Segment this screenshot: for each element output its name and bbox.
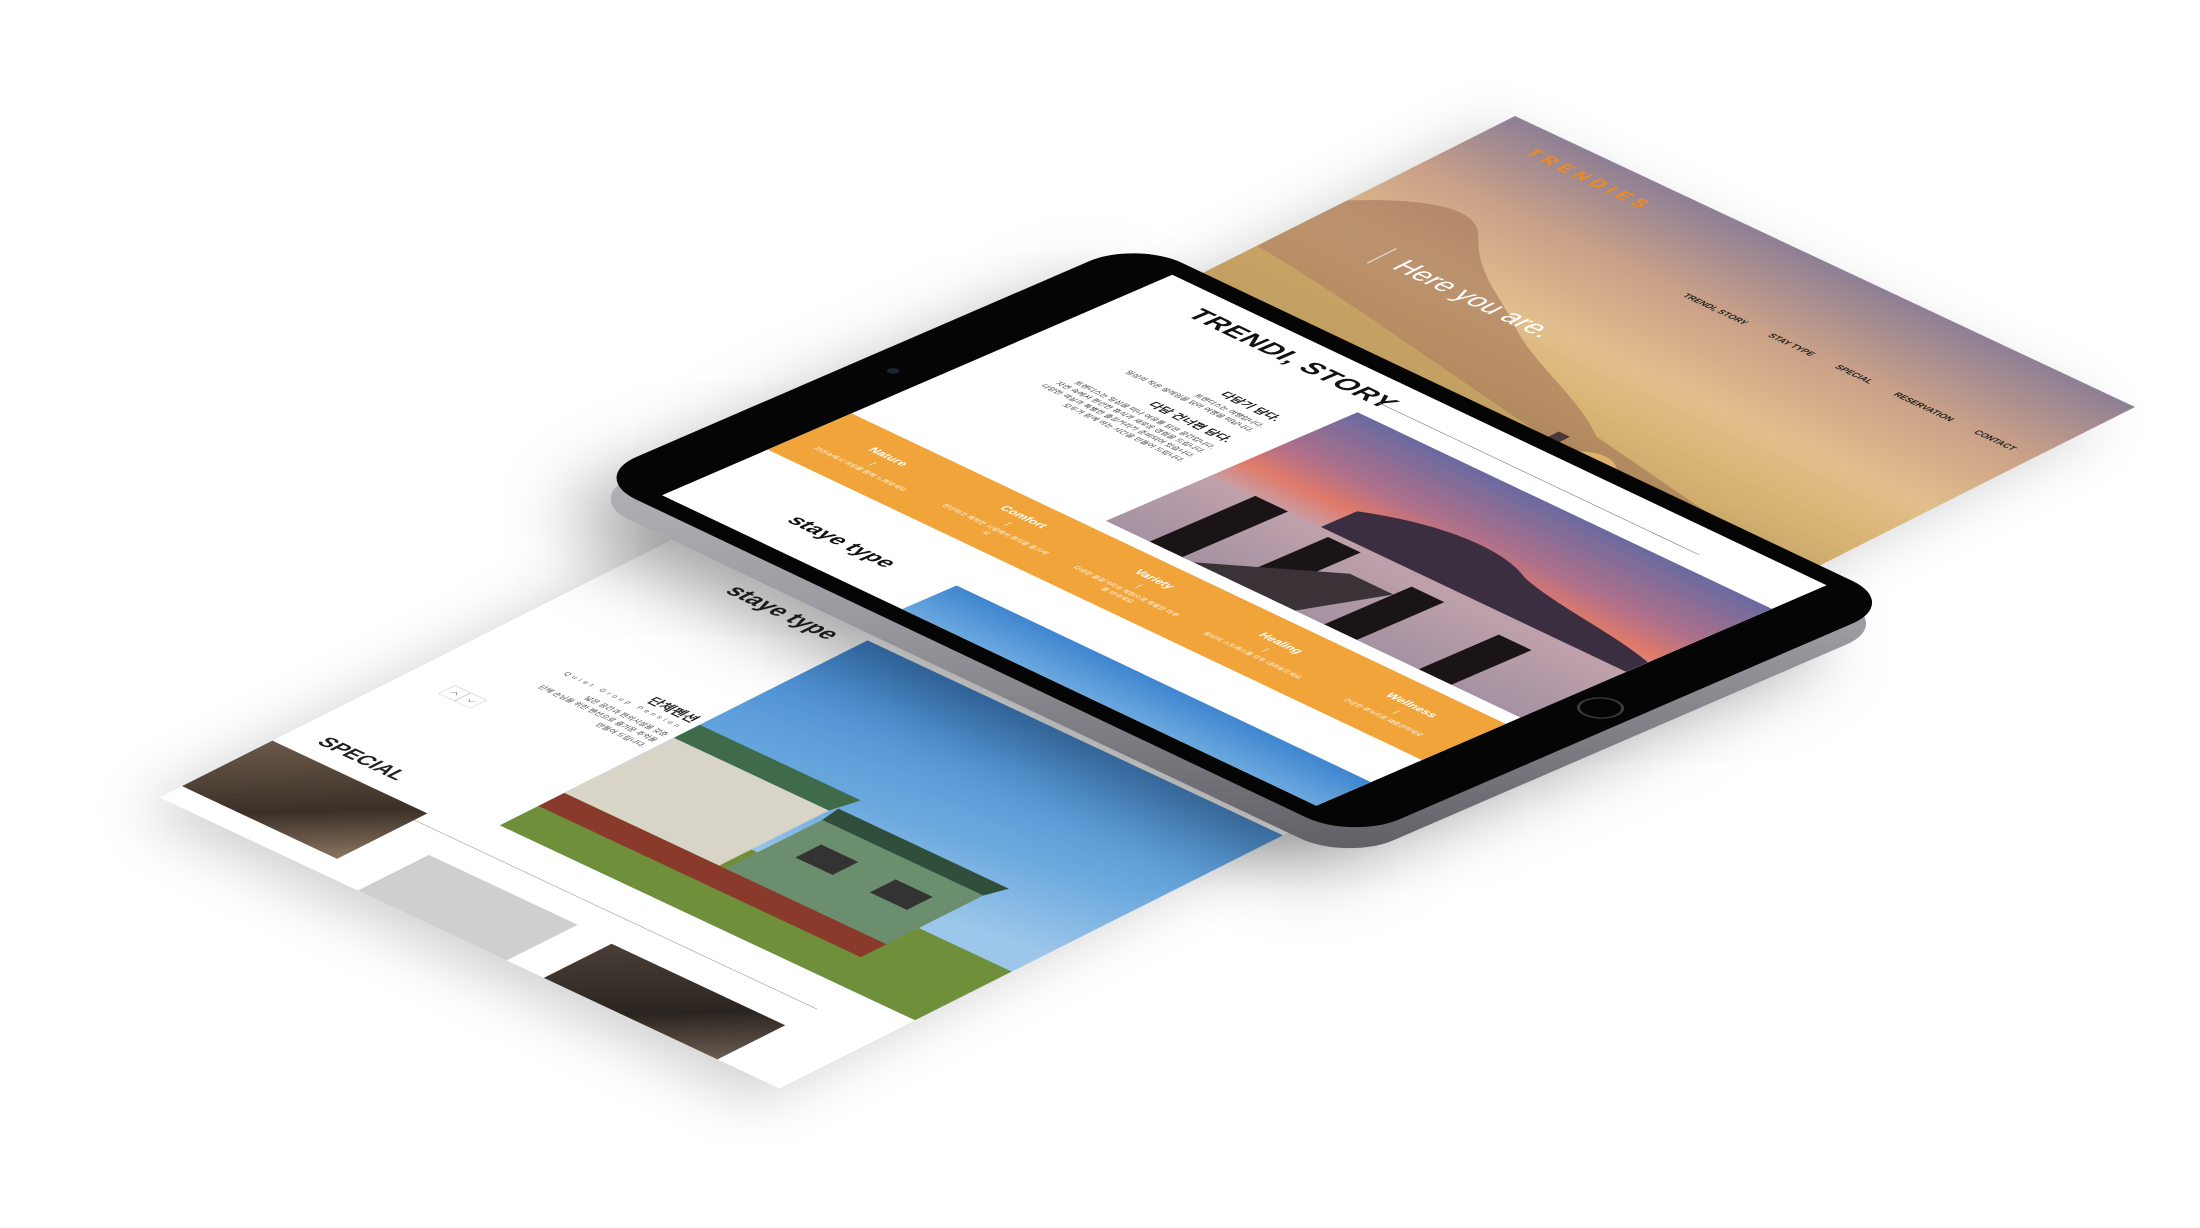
- stay-slider-controls: [438, 685, 488, 709]
- special-photo-placeholder: [357, 854, 578, 961]
- stay-type-title: staye type: [781, 513, 904, 571]
- home-button[interactable]: [1567, 692, 1635, 724]
- chevron-up-icon: [450, 691, 457, 696]
- camera-icon: [884, 367, 902, 375]
- feature-wellness: Wellness 건강한 휴식으로 재충전하세요: [1325, 677, 1473, 745]
- special-photo[interactable]: [543, 943, 786, 1060]
- feature-healing: Healing 일상의 스트레스를 모두 내려놓으세요: [1194, 615, 1342, 683]
- feature-comfort: Comfort 편안하고 쾌적한 시설에서 휴식을 즐기세요: [928, 489, 1084, 561]
- feature-nature: Nature 자연속에서 여유를 함께 느껴보세요: [801, 428, 949, 496]
- stay-type-item: 단체펜션 Quiet Group Pension 넓은 공간과 편의시설을 갖춘…: [477, 640, 706, 750]
- chevron-down-icon: [468, 698, 475, 702]
- special-photo[interactable]: [182, 740, 428, 859]
